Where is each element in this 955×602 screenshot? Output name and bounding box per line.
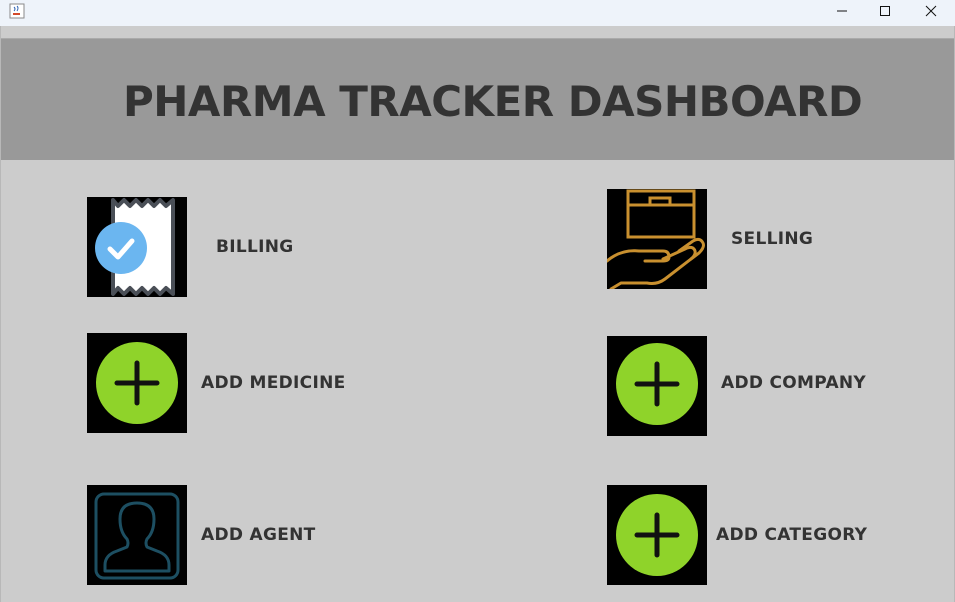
add-company-label[interactable]: ADD COMPANY <box>721 373 866 393</box>
close-icon <box>925 2 937 21</box>
plus-circle-icon <box>607 485 707 585</box>
plus-circle-icon <box>87 333 187 433</box>
selling-button[interactable] <box>607 189 707 289</box>
minimize-icon <box>836 2 848 21</box>
selling-label[interactable]: SELLING <box>731 229 813 249</box>
page-title: PHARMA TRACKER DASHBOARD <box>123 77 863 126</box>
receipt-check-icon <box>87 197 187 297</box>
maximize-icon <box>879 2 891 21</box>
java-coffee-cup-icon <box>9 3 25 19</box>
billing-label[interactable]: BILLING <box>216 237 294 257</box>
minimize-button[interactable] <box>819 0 865 22</box>
close-button[interactable] <box>908 0 954 22</box>
window-titlebar <box>0 0 955 26</box>
hand-package-icon <box>607 189 707 289</box>
add-medicine-label[interactable]: ADD MEDICINE <box>201 373 346 393</box>
person-profile-icon <box>87 485 187 585</box>
add-category-button[interactable] <box>607 485 707 585</box>
add-agent-label[interactable]: ADD AGENT <box>201 525 316 545</box>
add-category-label[interactable]: ADD CATEGORY <box>716 525 867 545</box>
add-agent-button[interactable] <box>87 485 187 585</box>
maximize-button[interactable] <box>862 0 908 22</box>
plus-circle-icon <box>607 336 707 436</box>
billing-button[interactable] <box>87 197 187 297</box>
add-company-button[interactable] <box>607 336 707 436</box>
add-medicine-button[interactable] <box>87 333 187 433</box>
